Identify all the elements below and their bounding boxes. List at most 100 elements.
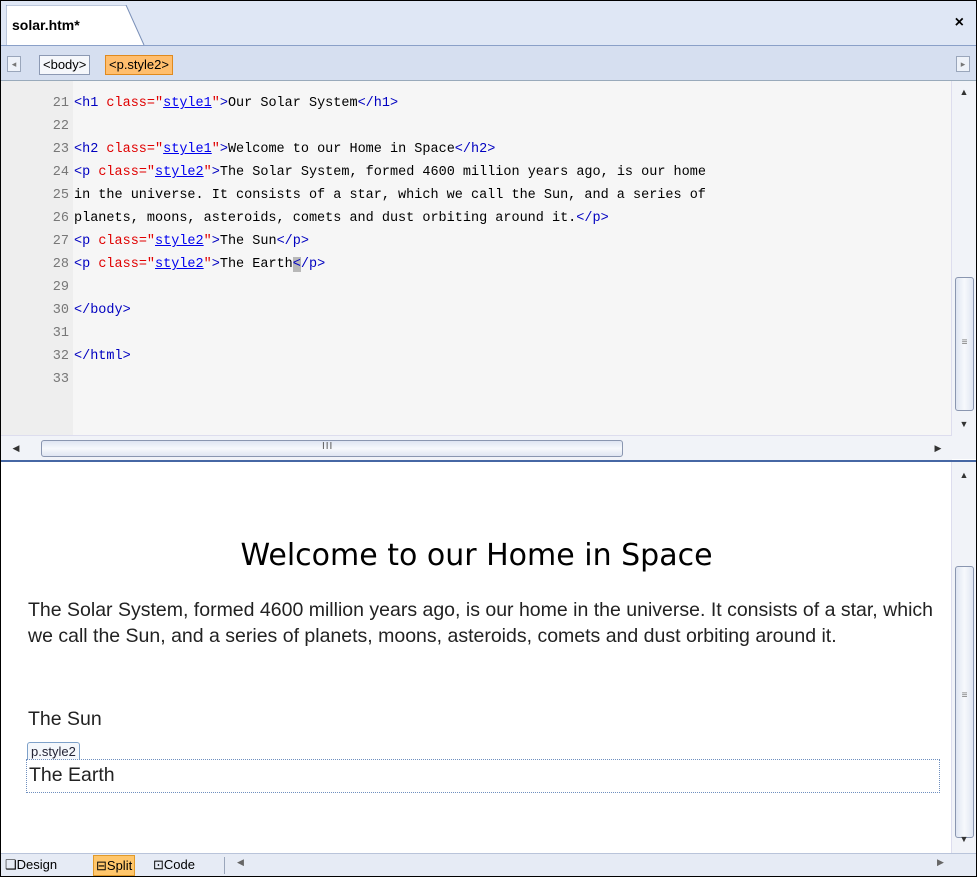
code-line[interactable]: 29 (1, 276, 951, 299)
horizontal-scroll-thumb[interactable]: III (41, 440, 623, 457)
code-token: class=" (98, 165, 156, 180)
code-scroll-thumb[interactable]: ≡ (955, 277, 974, 411)
code-token: " (203, 257, 212, 272)
tag-p-style2[interactable]: <p.style2> (105, 55, 173, 75)
code-token: The Earth (219, 257, 293, 272)
code-token: " (211, 142, 220, 157)
code-token: " (211, 96, 220, 111)
design-vertical-scrollbar[interactable]: ▲ ≡ ▼ (951, 462, 976, 853)
code-token: class=" (106, 96, 164, 111)
code-line[interactable]: 23 <h2 class="style1">Welcome to our Home… (1, 138, 951, 161)
code-line[interactable]: 25 in the universe. It consists of a star… (1, 184, 951, 207)
code-line[interactable]: 28 <p class="style2">The Earth</p> (1, 253, 951, 276)
code-token: </h1> (357, 96, 399, 111)
tag-scroll-right-icon[interactable]: ▸ (956, 56, 970, 72)
code-token: > (211, 234, 220, 249)
code-token: </p> (576, 211, 609, 226)
document-tab-strip: solar.htm* × (1, 1, 976, 46)
code-token: in the universe. It consists of a star, … (74, 188, 706, 203)
line-number: 30 (52, 303, 69, 318)
bar-scroll-right-icon[interactable]: ▶ (937, 857, 944, 868)
selected-paragraph-box[interactable]: The Earth (26, 759, 940, 793)
line-number: 22 (52, 119, 69, 134)
code-token: </p> (276, 234, 309, 249)
design-scroll-thumb[interactable]: ≡ (955, 566, 974, 838)
bar-separator (224, 857, 225, 874)
code-token: <h2 (74, 142, 107, 157)
code-token: <p (74, 165, 99, 180)
code-token: style1 (163, 96, 212, 111)
code-view-button[interactable]: ⊡Code (153, 855, 195, 875)
code-token: Welcome to our Home in Space (227, 142, 455, 157)
split-view-icon: ⊟ (96, 858, 107, 873)
selected-tag-label[interactable]: p.style2 (27, 742, 80, 760)
code-line[interactable]: 24 <p class="style2">The Solar System, fo… (1, 161, 951, 184)
scrollbar-corner (952, 435, 976, 459)
bar-scroll-left-icon[interactable]: ◀ (237, 857, 244, 868)
code-token: class=" (106, 142, 164, 157)
code-token: Our Solar System (227, 96, 358, 111)
close-document-icon[interactable]: × (955, 14, 964, 32)
line-number: 27 (52, 234, 69, 249)
design-pane[interactable]: Welcome to our Home in Space The Solar S… (1, 462, 952, 853)
code-token: </h2> (454, 142, 496, 157)
code-line[interactable]: 31 (1, 322, 951, 345)
code-line[interactable]: 32 </html> (1, 345, 951, 368)
code-token: class=" (98, 234, 156, 249)
code-token: <h1 (74, 96, 107, 111)
scroll-right-icon[interactable]: ▶ (931, 440, 945, 456)
code-view-label: Code (163, 857, 195, 872)
design-scroll-up-icon[interactable]: ▲ (952, 466, 976, 484)
code-token: > (219, 96, 228, 111)
design-scroll-down-icon[interactable]: ▼ (952, 830, 976, 848)
code-line[interactable]: 21 <h1 class="style1">Our Solar System</h… (1, 92, 951, 115)
line-number: 33 (52, 372, 69, 387)
code-view-icon: ⊡ (153, 857, 164, 872)
code-token: > (211, 257, 220, 272)
code-pane[interactable]: 21 <h1 class="style1">Our Solar System</h… (1, 81, 976, 435)
code-scroll-up-icon[interactable]: ▲ (952, 83, 976, 101)
view-mode-bar: ❑Design ⊟Split ⊡Code ◀ ▶ (1, 853, 976, 876)
quick-tag-selector: ◂ <body> <p.style2> ▸ (1, 46, 976, 81)
design-sun-paragraph[interactable]: The Sun (28, 708, 102, 731)
line-number: 25 (52, 188, 69, 203)
code-line[interactable]: 22 (1, 115, 951, 138)
line-number: 24 (52, 165, 69, 180)
code-token: style2 (155, 257, 204, 272)
design-paragraph[interactable]: The Solar System, formed 4600 million ye… (28, 597, 933, 649)
document-tab[interactable]: solar.htm* (6, 5, 146, 46)
code-token: planets, moons, asteroids, comets and du… (74, 211, 577, 226)
code-scroll-down-icon[interactable]: ▼ (952, 415, 976, 433)
editor-window: solar.htm* × ◂ <body> <p.style2> ▸ 21 <h1… (0, 0, 977, 877)
code-token: /p> (300, 257, 326, 272)
tag-body[interactable]: <body> (39, 55, 91, 75)
code-token: The Sun (219, 234, 277, 249)
grip-icon: ≡ (961, 337, 968, 348)
design-view-button[interactable]: ❑Design (5, 855, 57, 875)
line-number: 21 (52, 96, 69, 111)
grip-icon: III (322, 441, 334, 452)
line-number: 23 (52, 142, 69, 157)
code-token: style2 (155, 165, 204, 180)
design-heading[interactable]: Welcome to our Home in Space (1, 538, 952, 573)
design-earth-paragraph[interactable]: The Earth (29, 764, 115, 787)
code-line[interactable]: 33 (1, 368, 951, 391)
code-line[interactable]: 30 </body> (1, 299, 951, 322)
code-token: <p (74, 234, 99, 249)
document-tab-label: solar.htm* (12, 17, 80, 33)
split-view-button[interactable]: ⊟Split (93, 855, 136, 876)
code-token: </html> (74, 349, 131, 364)
tag-scroll-left-icon[interactable]: ◂ (7, 56, 21, 72)
code-token: > (211, 165, 220, 180)
code-lines[interactable]: 21 <h1 class="style1">Our Solar System</h… (1, 92, 951, 391)
code-horizontal-scrollbar[interactable]: ◀ III ▶ (1, 435, 952, 460)
code-vertical-scrollbar[interactable]: ▲ ≡ ▼ (951, 81, 976, 435)
text-cursor: < (292, 257, 301, 272)
split-view-label: Split (106, 858, 133, 873)
code-line[interactable]: 27 <p class="style2">The Sun</p> (1, 230, 951, 253)
code-token: " (203, 165, 212, 180)
code-token: </body> (74, 303, 131, 318)
scroll-left-icon[interactable]: ◀ (9, 440, 23, 456)
code-line[interactable]: 26 planets, moons, asteroids, comets and … (1, 207, 951, 230)
line-number: 32 (52, 349, 69, 364)
